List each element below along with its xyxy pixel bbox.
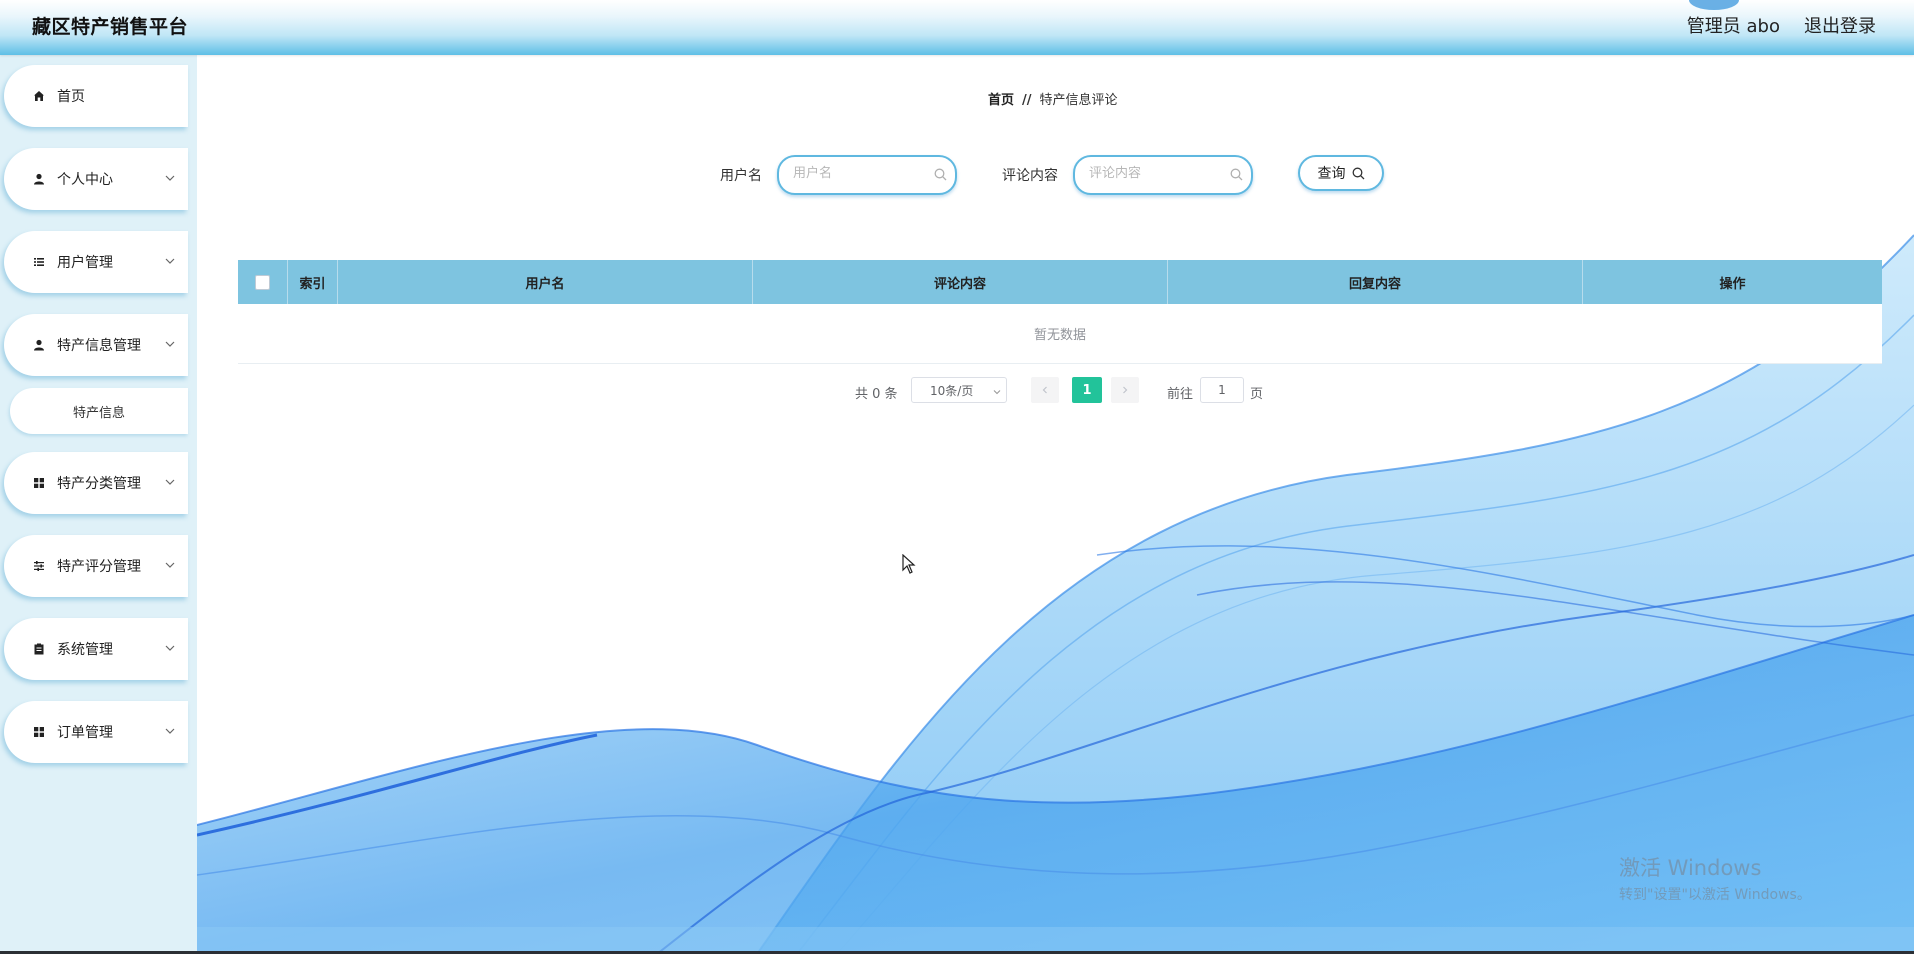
goto-page-input[interactable] (1200, 377, 1244, 403)
empty-text: 暂无数据 (1033, 328, 1086, 343)
breadcrumb-home[interactable]: 首页 (988, 93, 1014, 108)
wave-background (197, 234, 1914, 954)
empty-state: 暂无数据 (238, 304, 1882, 364)
column-header-comment: 评论内容 (753, 260, 1168, 304)
query-button-label: 查询 (1317, 166, 1346, 182)
avatar (1689, 0, 1739, 10)
prev-page-button[interactable] (1031, 377, 1059, 403)
chevron-right-icon (1123, 386, 1128, 394)
user-icon (32, 338, 46, 352)
sidebar-item-category-management[interactable]: 特产分类管理 (4, 452, 188, 514)
column-header-reply: 回复内容 (1168, 260, 1583, 304)
chevron-down-icon (165, 479, 175, 485)
pagination-total: 共 0 条 (855, 387, 898, 402)
sidebar-item-user-management[interactable]: 用户管理 (4, 231, 188, 293)
username-search-field[interactable] (777, 155, 957, 195)
page-suffix: 页 (1250, 387, 1264, 402)
sidebar-item-label: 系统管理 (57, 642, 113, 658)
comment-search-label: 评论内容 (1002, 168, 1058, 184)
comment-search-input[interactable] (1087, 165, 1231, 182)
sidebar-item-label: 特产评分管理 (57, 559, 141, 575)
chevron-down-icon (165, 258, 175, 264)
column-header-actions: 操作 (1719, 276, 1746, 292)
column-header-username: 用户名 (338, 260, 753, 304)
chevron-down-icon (993, 390, 1001, 395)
page-size-value: 10条/页 (930, 383, 974, 398)
chevron-down-icon (165, 645, 175, 651)
top-header: 藏区特产销售平台 管理员 abo 退出登录 (0, 0, 1914, 55)
sidebar-item-label: 用户管理 (57, 255, 113, 271)
select-all-checkbox[interactable] (255, 274, 270, 290)
sidebar-item-label: 订单管理 (57, 725, 113, 741)
mouse-cursor-icon (902, 554, 916, 574)
search-icon (934, 168, 947, 181)
chevron-down-icon (165, 728, 175, 734)
page-size-select[interactable]: 10条/页 (911, 377, 1007, 403)
current-page-button[interactable]: 1 (1072, 377, 1102, 403)
watermark-line1: 激活 Windows (1619, 856, 1762, 880)
table-header: 索引 用户名 评论内容 回复内容 操作 (238, 260, 1882, 304)
sidebar-item-system-management[interactable]: 系统管理 (4, 618, 188, 680)
chevron-down-icon (165, 562, 175, 568)
breadcrumb: 首页 // 特产信息评论 (988, 89, 1118, 108)
search-icon (1230, 168, 1243, 181)
sidebar-item-order-management[interactable]: 订单管理 (4, 701, 188, 763)
logout-link[interactable]: 退出登录 (1804, 12, 1876, 38)
main-content: 首页 // 特产信息评论 用户名 评论内容 查询 索引 用户名 评论内容 回复内容 … (197, 55, 1914, 954)
select-all-cell (238, 260, 288, 304)
chevron-left-icon (1042, 386, 1047, 394)
windows-activation-watermark: 激活 Windows 转到"设置"以激活 Windows。 (1619, 852, 1811, 904)
sidebar-item-rating-management[interactable]: 特产评分管理 (4, 535, 188, 597)
grid-icon (32, 476, 46, 490)
sidebar-item-specialty-info-management[interactable]: 特产信息管理 (4, 314, 188, 376)
search-icon (1352, 167, 1364, 179)
admin-label: 管理员 abo (1686, 16, 1780, 37)
breadcrumb-current: 特产信息评论 (1039, 93, 1118, 108)
sidebar-item-home[interactable]: 首页 (4, 65, 188, 127)
chevron-down-icon (165, 175, 175, 181)
next-page-button[interactable] (1111, 377, 1139, 403)
home-icon (32, 89, 46, 103)
sidebar-item-personal-center[interactable]: 个人中心 (4, 148, 188, 210)
sidebar: 首页 个人中心 用户管理 特产信息管理 特产信息 特产分类管理 特产评分管理 系… (0, 55, 197, 954)
goto-label: 前往 (1167, 387, 1194, 402)
comment-search-field[interactable] (1073, 155, 1253, 195)
column-header-index: 索引 (288, 260, 338, 304)
clipboard-icon (32, 642, 46, 656)
query-button[interactable]: 查询 (1298, 155, 1384, 191)
list-icon (32, 255, 46, 269)
grid-icon (32, 725, 46, 739)
sidebar-subitem-label: 特产信息 (72, 405, 125, 421)
sliders-icon (32, 559, 46, 573)
breadcrumb-separator: // (1022, 93, 1032, 108)
comments-table: 索引 用户名 评论内容 回复内容 操作 暂无数据 (238, 260, 1882, 364)
sidebar-subitem-specialty-info[interactable]: 特产信息 (10, 388, 188, 434)
chevron-down-icon (165, 341, 175, 347)
username-search-input[interactable] (791, 165, 935, 182)
user-icon (32, 172, 46, 186)
header-user-area: 管理员 abo 退出登录 (1687, 12, 1876, 38)
watermark-line2: 转到"设置"以激活 Windows。 (1619, 887, 1811, 903)
sidebar-item-label: 特产信息管理 (57, 338, 141, 354)
app-title: 藏区特产销售平台 (32, 16, 189, 38)
sidebar-item-label: 个人中心 (57, 172, 113, 188)
username-search-label: 用户名 (720, 168, 762, 184)
sidebar-item-label: 首页 (57, 89, 85, 105)
sidebar-item-label: 特产分类管理 (57, 476, 141, 492)
